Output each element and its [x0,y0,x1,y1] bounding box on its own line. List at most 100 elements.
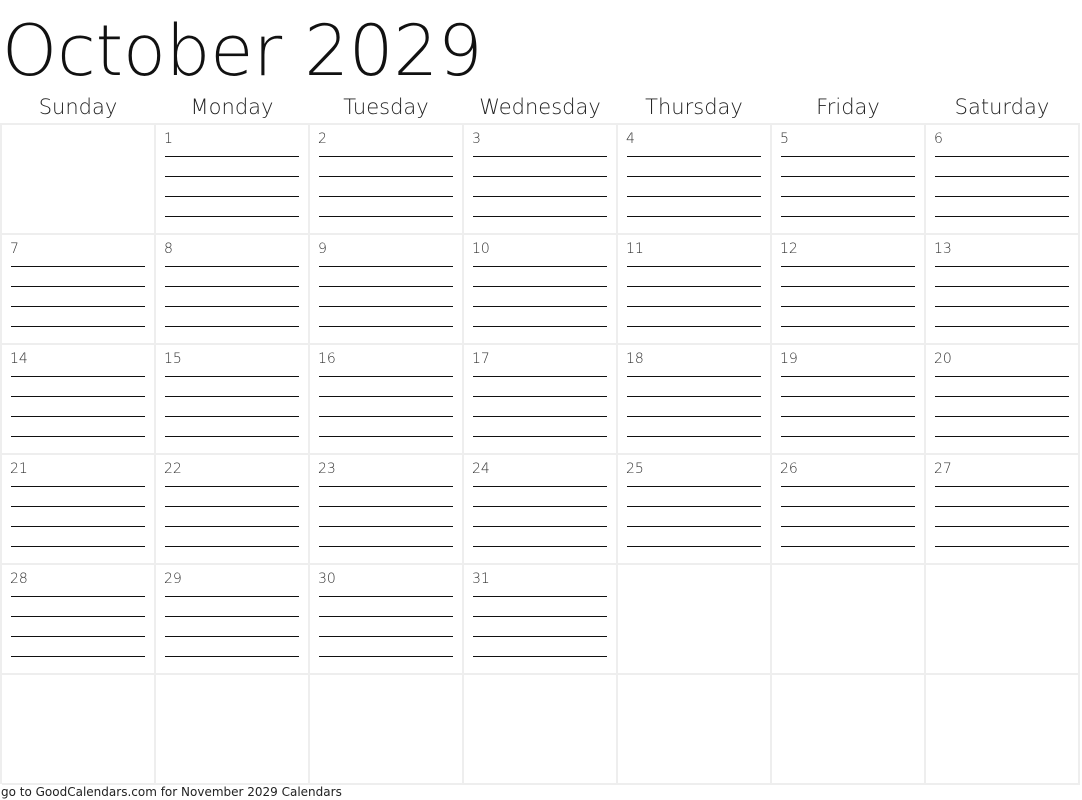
note-line [627,506,761,507]
note-line [473,436,607,437]
note-line [319,636,453,637]
note-line [627,486,761,487]
note-line [781,326,915,327]
note-line [11,656,145,657]
note-line [165,176,299,177]
note-line [781,396,915,397]
note-line [11,616,145,617]
empty-cell [926,565,1080,675]
note-line [319,326,453,327]
day-number: 26 [780,461,798,477]
note-line [11,416,145,417]
note-line [935,506,1069,507]
day-number: 18 [626,351,644,367]
day-cell: 18 [618,345,772,455]
day-number: 16 [318,351,336,367]
day-cell: 20 [926,345,1080,455]
day-cell: 2 [310,125,464,235]
day-cell: 30 [310,565,464,675]
note-line [473,526,607,527]
day-number: 31 [472,571,490,587]
note-line [473,656,607,657]
note-line [165,526,299,527]
note-line [11,526,145,527]
weekday-tuesday: Tuesday [343,95,429,119]
day-number: 6 [934,131,943,147]
weekday-monday: Monday [190,95,274,119]
empty-cell [464,675,618,785]
day-number: 2 [318,131,327,147]
day-cell: 19 [772,345,926,455]
note-line [473,616,607,617]
calendar-grid: 1 2 3 4 5 6 7 8 9 10 11 12 13 14 15 16 17 18 19 20 21 22 23 24 2… [0,123,1080,785]
note-line [319,396,453,397]
note-line [627,216,761,217]
day-number: 28 [10,571,28,587]
day-number: 5 [780,131,789,147]
note-line [165,216,299,217]
day-cell: 23 [310,455,464,565]
note-line [319,526,453,527]
note-line [935,416,1069,417]
calendar-title: October 2029 [2,10,483,92]
note-line [473,376,607,377]
day-cell: 10 [464,235,618,345]
day-cell: 5 [772,125,926,235]
note-line [473,396,607,397]
note-line [935,546,1069,547]
note-line [319,306,453,307]
day-number: 30 [318,571,336,587]
note-line [935,286,1069,287]
note-line [11,266,145,267]
note-line [319,216,453,217]
note-line [627,156,761,157]
day-cell: 25 [618,455,772,565]
day-number: 13 [934,241,952,257]
note-line [165,416,299,417]
note-line [165,596,299,597]
note-line [11,306,145,307]
note-line [319,616,453,617]
day-number: 12 [780,241,798,257]
note-line [935,326,1069,327]
empty-cell [310,675,464,785]
note-line [11,286,145,287]
note-line [319,196,453,197]
note-line [935,376,1069,377]
note-line [319,486,453,487]
empty-cell [156,675,310,785]
day-number: 19 [780,351,798,367]
note-line [165,656,299,657]
note-line [473,266,607,267]
note-line [781,266,915,267]
note-line [935,436,1069,437]
note-line [781,436,915,437]
note-line [627,396,761,397]
day-cell: 3 [464,125,618,235]
note-line [627,286,761,287]
note-line [11,596,145,597]
day-cell: 4 [618,125,772,235]
note-line [165,486,299,487]
note-line [473,326,607,327]
day-cell: 11 [618,235,772,345]
note-line [319,436,453,437]
day-cell: 24 [464,455,618,565]
note-line [319,156,453,157]
day-number: 10 [472,241,490,257]
day-cell: 1 [156,125,310,235]
day-cell: 28 [2,565,156,675]
footer-link-text[interactable]: go to GoodCalendars.com for November 202… [1,784,342,800]
note-line [11,506,145,507]
weekday-thursday: Thursday [645,95,743,119]
day-cell: 8 [156,235,310,345]
day-number: 20 [934,351,952,367]
note-line [319,376,453,377]
note-line [11,546,145,547]
note-line [935,176,1069,177]
empty-cell [618,675,772,785]
note-line [627,376,761,377]
day-cell: 12 [772,235,926,345]
note-line [473,196,607,197]
note-line [473,176,607,177]
